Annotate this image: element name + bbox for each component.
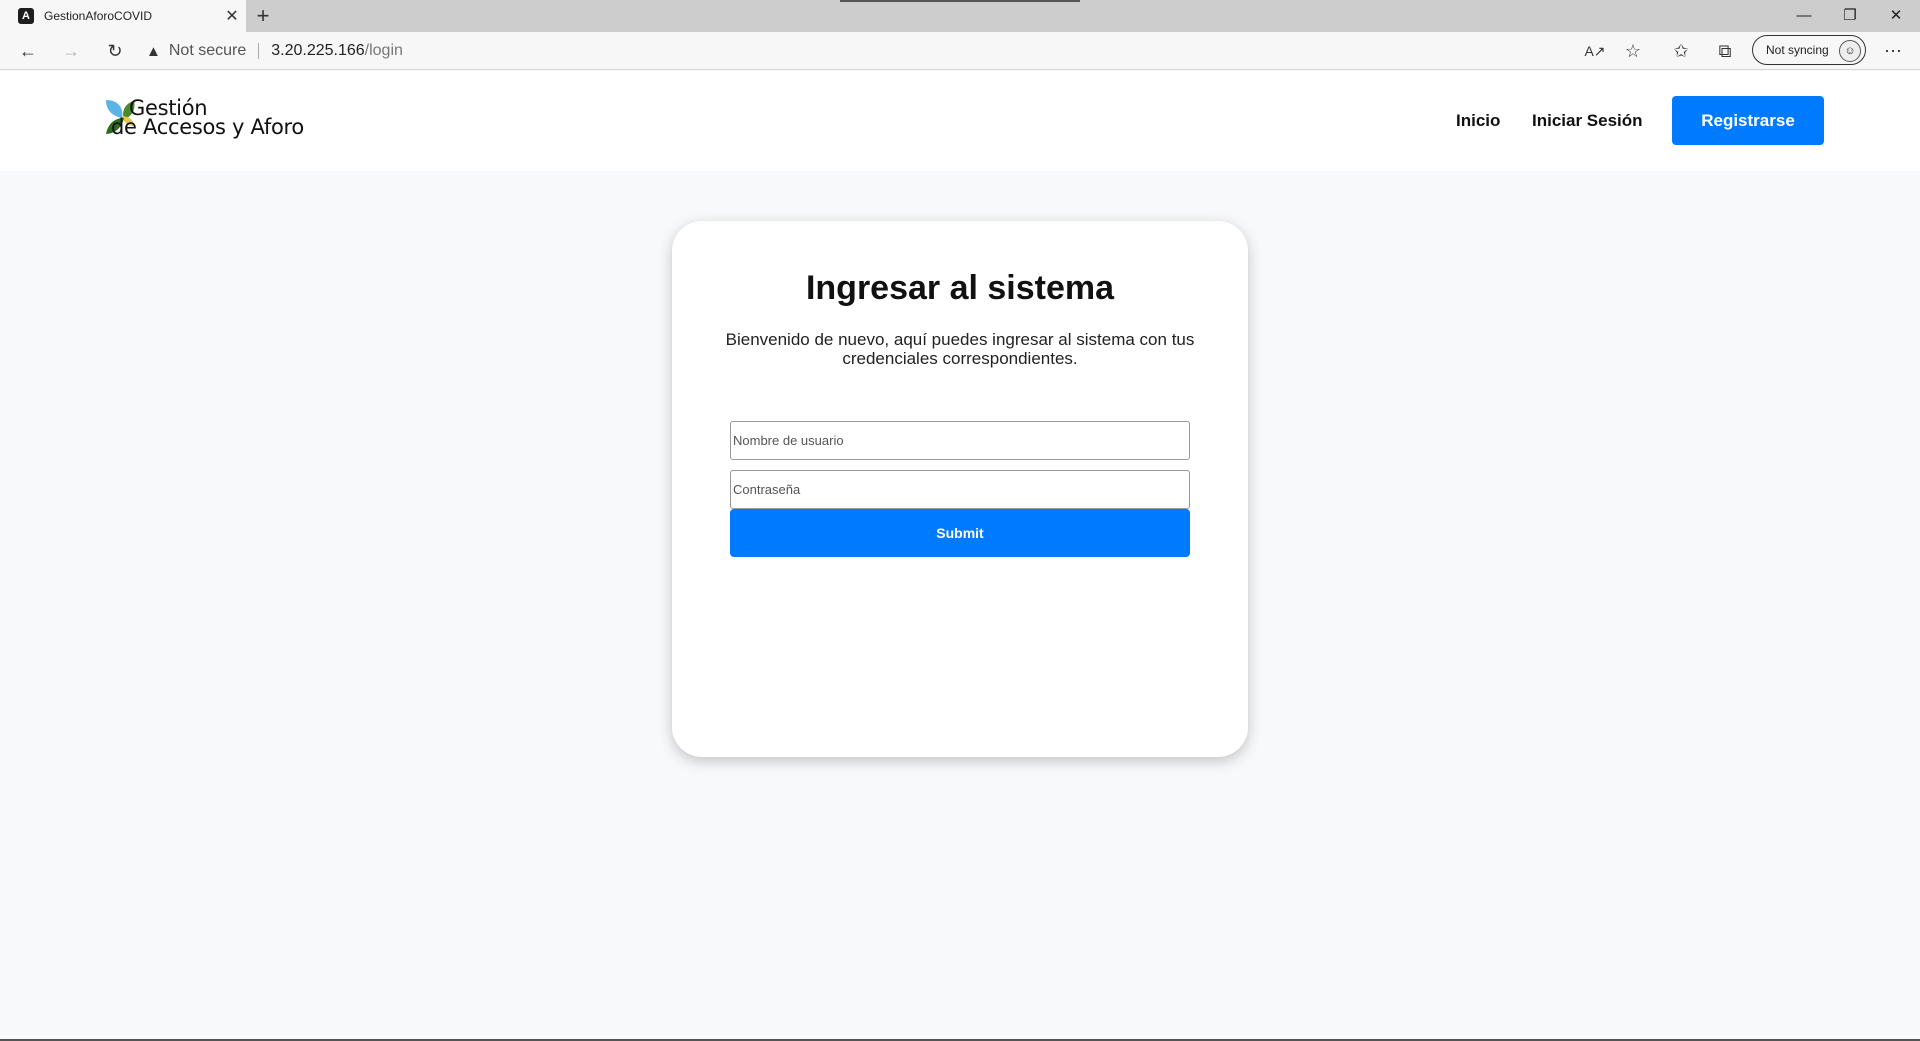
site-navbar: Gestión de Accesos y Aforo Inicio Inicia…: [0, 71, 1920, 171]
nav-link-inicio[interactable]: Inicio: [1456, 111, 1500, 131]
profile-status-label: Not syncing: [1766, 43, 1829, 57]
brand-logo[interactable]: Gestión de Accesos y Aforo: [104, 96, 304, 140]
address-separator: [258, 43, 260, 59]
login-subtitle: Bienvenido de nuevo, aquí puedes ingresa…: [725, 330, 1195, 368]
forward-arrow-icon[interactable]: →: [56, 36, 86, 66]
address-bar[interactable]: ▲ Not secure 3.20.225.166 /login: [146, 38, 1656, 64]
browser-toolbar: ← → ↻ ▲ Not secure 3.20.225.166 /login A…: [0, 32, 1920, 70]
more-icon[interactable]: ⋯: [1878, 36, 1908, 66]
tab-close-icon[interactable]: ✕: [218, 6, 246, 26]
read-aloud-icon[interactable]: A↗: [1580, 36, 1610, 66]
browser-tab-active[interactable]: A GestionAforoCOVID ✕: [0, 0, 246, 32]
angular-favicon-icon: A: [18, 8, 34, 24]
avatar-icon: ☺: [1839, 40, 1861, 62]
tab-title: GestionAforoCOVID: [44, 9, 153, 23]
register-button[interactable]: Registrarse: [1672, 96, 1824, 145]
page-viewport: Gestión de Accesos y Aforo Inicio Inicia…: [0, 71, 1920, 1041]
username-input[interactable]: [730, 421, 1190, 460]
security-status[interactable]: Not secure: [169, 42, 246, 60]
minimize-icon[interactable]: —: [1781, 0, 1827, 30]
login-title: Ingresar al sistema: [805, 269, 1115, 307]
url-host[interactable]: 3.20.225.166: [271, 42, 364, 60]
window-close-icon[interactable]: ✕: [1873, 0, 1919, 30]
nav-link-iniciar-sesion[interactable]: Iniciar Sesión: [1532, 111, 1643, 131]
restore-icon[interactable]: ❐: [1827, 0, 1873, 30]
submit-button[interactable]: Submit: [730, 509, 1190, 557]
window-drag-indicator: [840, 0, 1080, 2]
warning-icon[interactable]: ▲: [146, 43, 161, 60]
back-arrow-icon[interactable]: ←: [13, 36, 43, 66]
login-card: Ingresar al sistema Bienvenido de nuevo,…: [672, 221, 1248, 757]
password-input[interactable]: [730, 470, 1190, 509]
new-tab-button[interactable]: +: [250, 3, 276, 29]
favorites-icon[interactable]: ✩: [1666, 36, 1696, 66]
url-path[interactable]: /login: [365, 42, 403, 60]
profile-button[interactable]: Not syncing ☺: [1752, 35, 1866, 65]
browser-tabstrip: A GestionAforoCOVID ✕ + — ❐ ✕: [0, 0, 1920, 32]
refresh-icon[interactable]: ↻: [100, 36, 130, 66]
collections-icon[interactable]: ⧉: [1710, 36, 1740, 66]
favorite-star-icon[interactable]: ☆: [1618, 36, 1648, 66]
brand-title-line2: de Accesos y Aforo: [111, 115, 304, 139]
